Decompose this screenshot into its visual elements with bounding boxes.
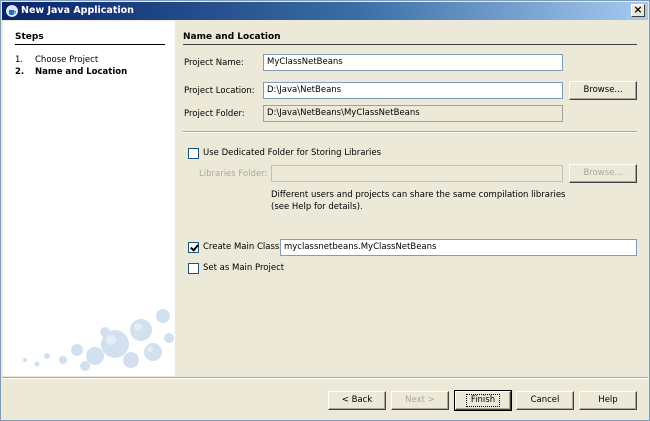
new-java-application-dialog: New Java Application × Steps 1. Choose Pr… bbox=[0, 0, 650, 421]
title-bar[interactable]: New Java Application × bbox=[2, 2, 648, 20]
step-number: 1. bbox=[15, 55, 24, 65]
back-button[interactable]: < Back bbox=[328, 391, 386, 410]
libraries-folder-input bbox=[271, 165, 563, 182]
libraries-description-line: Different users and projects can share t… bbox=[271, 190, 566, 200]
cancel-button[interactable]: Cancel bbox=[516, 391, 574, 410]
browse-location-button[interactable]: Browse... bbox=[569, 81, 637, 100]
step-choose-project: 1. Choose Project bbox=[15, 55, 98, 65]
dedicated-folder-checkbox[interactable] bbox=[188, 148, 199, 159]
browse-libraries-button: Browse... bbox=[569, 164, 637, 183]
separator bbox=[183, 131, 637, 133]
next-button: Next > bbox=[391, 391, 449, 410]
bottom-separator bbox=[2, 377, 648, 379]
libraries-description-line: (see Help for details). bbox=[271, 202, 363, 212]
project-location-label: Project Location: bbox=[184, 86, 255, 96]
project-folder-field: D:\Java\NetBeans\MyClassNetBeans bbox=[263, 105, 563, 122]
finish-button-label: Finish bbox=[465, 394, 501, 407]
coffee-cup-icon bbox=[6, 5, 18, 17]
help-button[interactable]: Help bbox=[579, 391, 637, 410]
decorative-bubbles-graphic bbox=[23, 309, 174, 371]
create-main-class-checkbox[interactable] bbox=[188, 242, 199, 253]
project-name-label: Project Name: bbox=[184, 58, 244, 68]
finish-button[interactable]: Finish bbox=[454, 390, 512, 411]
set-main-project-label[interactable]: Set as Main Project bbox=[203, 263, 284, 273]
create-main-class-label[interactable]: Create Main Class bbox=[203, 242, 279, 252]
close-button[interactable]: × bbox=[631, 4, 645, 17]
libraries-description: Different users and projects can share t… bbox=[271, 189, 565, 213]
main-class-input[interactable]: myclassnetbeans.MyClassNetBeans bbox=[280, 239, 637, 256]
section-header: Name and Location bbox=[183, 32, 637, 45]
dedicated-folder-label[interactable]: Use Dedicated Folder for Storing Librari… bbox=[203, 148, 381, 158]
project-name-input[interactable]: MyClassNetBeans bbox=[263, 54, 563, 71]
set-main-project-checkbox[interactable] bbox=[188, 263, 199, 274]
steps-panel: Steps 1. Choose Project 2. Name and Locati… bbox=[3, 21, 175, 376]
step-number: 2. bbox=[15, 67, 25, 77]
name-and-location-panel: Name and Location Project Name: MyClassN… bbox=[175, 21, 647, 376]
step-name-and-location: 2. Name and Location bbox=[15, 67, 127, 77]
step-label: Choose Project bbox=[35, 55, 99, 65]
steps-header: Steps bbox=[15, 32, 165, 45]
window-title: New Java Application bbox=[21, 5, 134, 16]
step-label: Name and Location bbox=[35, 67, 128, 77]
project-location-input[interactable]: D:\Java\NetBeans bbox=[263, 82, 563, 99]
project-folder-label: Project Folder: bbox=[184, 109, 245, 119]
libraries-folder-label: Libraries Folder: bbox=[199, 169, 268, 179]
